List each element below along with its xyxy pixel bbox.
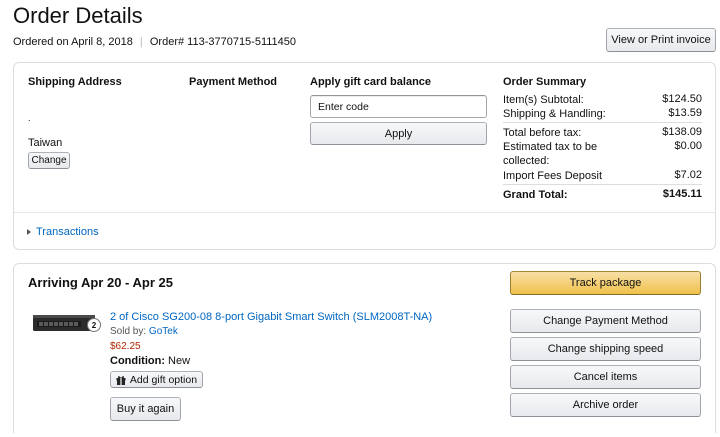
gift-card-heading: Apply gift card balance [310, 76, 432, 88]
change-payment-method-button[interactable]: Change Payment Method [510, 309, 701, 333]
address-line: . [28, 113, 31, 123]
summary-value: $138.09 [662, 126, 702, 138]
track-package-button[interactable]: Track package [510, 271, 701, 295]
seller-link[interactable]: GoTek [149, 326, 178, 337]
quantity-badge: 2 [87, 318, 101, 332]
summary-divider [503, 122, 702, 123]
archive-order-button[interactable]: Archive order [510, 393, 701, 417]
view-print-invoice-button[interactable]: View or Print invoice [606, 28, 716, 52]
transactions-link[interactable]: Transactions [27, 226, 99, 238]
sold-by: Sold by: GoTek [110, 326, 178, 337]
add-gift-option-label: Add gift option [129, 373, 198, 386]
add-gift-option-button[interactable]: Add gift option [110, 371, 203, 388]
summary-label: Shipping & Handling: [503, 108, 606, 120]
summary-label: Import Fees Deposit [503, 170, 603, 182]
buy-it-again-button[interactable]: Buy it again [110, 397, 181, 421]
summary-value: $7.02 [674, 169, 702, 181]
sold-by-label: Sold by: [110, 326, 147, 337]
gift-code-input[interactable] [310, 95, 487, 118]
order-meta: Ordered on April 8, 2018 | Order# 113-3770… [13, 36, 296, 48]
payment-method-heading: Payment Method [189, 76, 278, 88]
arriving-heading: Arriving Apr 20 - Apr 25 [28, 275, 173, 290]
summary-row-before-tax: Total before tax: $138.09 [503, 126, 702, 140]
summary-row-grand-total: Grand Total: $145.11 [503, 188, 702, 202]
change-shipping-speed-button[interactable]: Change shipping speed [510, 337, 701, 361]
apply-button[interactable]: Apply [310, 122, 487, 145]
shipment-box: Arriving Apr 20 - Apr 25 2 2 of Cisco SG… [13, 263, 716, 433]
summary-value: $0.00 [674, 140, 702, 152]
summary-divider [503, 184, 702, 185]
summary-label: Total before tax: [503, 127, 582, 139]
order-summary-heading: Order Summary [503, 76, 587, 88]
condition-value: New [168, 355, 191, 367]
summary-label: Grand Total: [503, 189, 568, 201]
item-price: $62.25 [110, 341, 141, 352]
cancel-items-button[interactable]: Cancel items [510, 365, 701, 389]
meta-separator: | [139, 36, 143, 48]
address-country: Taiwan [28, 137, 63, 149]
order-number: Order# 113-3770715-5111450 [149, 36, 297, 48]
change-address-button[interactable]: Change [28, 152, 70, 169]
summary-row-shipping: Shipping & Handling: $13.59 [503, 107, 702, 121]
transactions-label: Transactions [36, 226, 99, 238]
expand-triangle-icon [27, 229, 31, 235]
summary-row-tax: Estimated tax to be collected: $0.00 [503, 140, 702, 168]
box-divider [14, 212, 715, 213]
summary-row-subtotal: Item(s) Subtotal: $124.50 [503, 93, 702, 107]
summary-row-import-fees: Import Fees Deposit $7.02 [503, 169, 702, 183]
item-condition: Condition: New [110, 355, 190, 367]
order-info-box: Shipping Address . Taiwan Change Payment… [13, 62, 716, 250]
summary-value: $145.11 [662, 188, 702, 200]
ordered-on-date: Ordered on April 8, 2018 [13, 36, 133, 48]
summary-value: $124.50 [662, 93, 702, 105]
shipping-address-heading: Shipping Address [28, 76, 122, 88]
summary-label: Item(s) Subtotal: [503, 94, 584, 106]
condition-label: Condition: [110, 355, 165, 367]
page-title: Order Details [13, 3, 143, 28]
product-title-link[interactable]: 2 of Cisco SG200-08 8-port Gigabit Smart… [110, 311, 432, 323]
gift-icon [116, 375, 126, 385]
summary-value: $13.59 [668, 107, 702, 119]
summary-label: Estimated tax to be collected: [503, 141, 598, 167]
